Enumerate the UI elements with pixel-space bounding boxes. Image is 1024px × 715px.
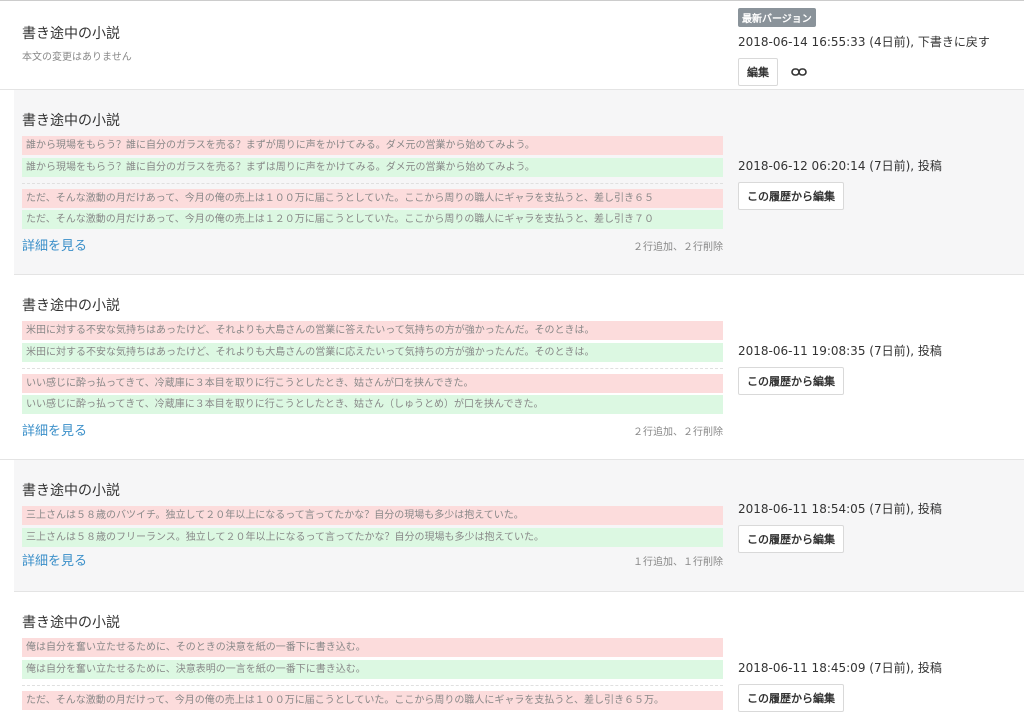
revision-meta: 2018-06-11 18:45:09 (7日前), 投稿 — [738, 661, 942, 675]
edit-from-history-button[interactable]: この履歴から編集 — [738, 367, 844, 395]
diff-line-deleted: 米田に対する不安な気持ちはあったけど、それよりも大島さんの営業に答えたいって気持… — [22, 321, 723, 340]
revision-entry-latest: 書き途中の小説 本文の変更はありません 最新バージョン 2018-06-14 1… — [0, 1, 1024, 90]
diff-line-added: いい感じに酔っ払ってきて、冷蔵庫に３本目を取りに行こうとしたとき、姑さん（しゅう… — [22, 395, 723, 414]
diff-line-deleted: ただ、そんな激動の月だけあって、今月の俺の売上は１００万に届こうとしていた。ここ… — [22, 189, 723, 208]
edit-from-history-button[interactable]: この履歴から編集 — [738, 525, 844, 553]
show-details-link[interactable]: 詳細を見る — [22, 235, 87, 254]
revision-meta: 2018-06-12 06:20:14 (7日前), 投稿 — [738, 159, 942, 173]
show-details-link[interactable]: 詳細を見る — [22, 550, 87, 569]
revision-entry: 書き途中の小説 誰から現場をもらう？誰に自分のガラスを売る？まずが周りに声をかけ… — [14, 90, 1024, 275]
edit-from-history-button[interactable]: この履歴から編集 — [738, 182, 844, 210]
diff-stats: １行追加、１行削除 — [633, 557, 723, 568]
revision-meta: 2018-06-14 16:55:33 (4日前), 下書きに戻す — [738, 35, 990, 49]
diff-line-added: 俺は自分を奮い立たせるために、決意表明の一言を紙の一番下に書き込む。 — [22, 660, 723, 679]
revision-entry: 書き途中の小説 米田に対する不安な気持ちはあったけど、それよりも大島さんの営業に… — [0, 275, 1024, 460]
diff-separator — [22, 679, 723, 686]
diff-stats: ２行追加、２行削除 — [633, 242, 723, 253]
diff-line-deleted: 誰から現場をもらう？誰に自分のガラスを売る？まずが周りに声をかけてみる。ダメ元の… — [22, 136, 723, 155]
revision-entry: 書き途中の小説 俺は自分を奮い立たせるために、そのときの決意を紙の一番下に書き込… — [0, 592, 1024, 715]
diff-line-deleted: ただ、そんな激動の月だけって、今月の俺の売上は１００万に届こうとしていた。ここか… — [22, 691, 723, 710]
diff-separator — [22, 177, 723, 184]
diff-line-deleted: いい感じに酔っ払ってきて、冷蔵庫に３本目を取りに行こうとしたとき、姑さんが口を挟… — [22, 374, 723, 393]
entry-title: 書き途中の小説 — [22, 615, 120, 631]
revision-history: 書き途中の小説 本文の変更はありません 最新バージョン 2018-06-14 1… — [0, 0, 1024, 715]
diff-line-added: 誰から現場をもらう？誰に自分のガラスを売る？まずは周りに声をかけてみる。ダメ元の… — [22, 158, 723, 177]
entry-title: 書き途中の小説 — [22, 298, 120, 314]
revision-meta: 2018-06-11 19:08:35 (7日前), 投稿 — [738, 344, 942, 358]
diff-line-added: 米田に対する不安な気持ちはあったけど、それよりも大島さんの営業に応えたいって気持… — [22, 343, 723, 362]
latest-version-badge: 最新バージョン — [738, 8, 816, 27]
entry-subtitle: 本文の変更はありません — [22, 52, 132, 63]
show-details-link[interactable]: 詳細を見る — [22, 420, 87, 439]
revision-meta: 2018-06-11 18:54:05 (7日前), 投稿 — [738, 502, 942, 516]
diff-line-deleted: 三上さんは５８歳のバツイチ。独立して２０年以上になるって言ってたかな？自分の現場… — [22, 506, 723, 525]
diff-separator — [22, 362, 723, 369]
diff-line-added: ただ、そんな激動の月だけあって、今月の俺の売上は１２０万に届こうとしていた。ここ… — [22, 210, 723, 229]
edit-from-history-button[interactable]: この履歴から編集 — [738, 684, 844, 712]
revision-entry: 書き途中の小説 三上さんは５８歳のバツイチ。独立して２０年以上になるって言ってた… — [14, 460, 1024, 592]
entry-title: 書き途中の小説 — [22, 483, 120, 499]
link-icon[interactable] — [791, 62, 807, 81]
entry-title: 書き途中の小説 — [22, 26, 120, 42]
edit-button[interactable]: 編集 — [738, 58, 778, 86]
entry-title: 書き途中の小説 — [22, 113, 120, 129]
diff-stats: ２行追加、２行削除 — [633, 427, 723, 438]
diff-line-added: 三上さんは５８歳のフリーランス。独立して２０年以上になるって言ってたかな？自分の… — [22, 528, 723, 547]
diff-line-deleted: 俺は自分を奮い立たせるために、そのときの決意を紙の一番下に書き込む。 — [22, 638, 723, 657]
